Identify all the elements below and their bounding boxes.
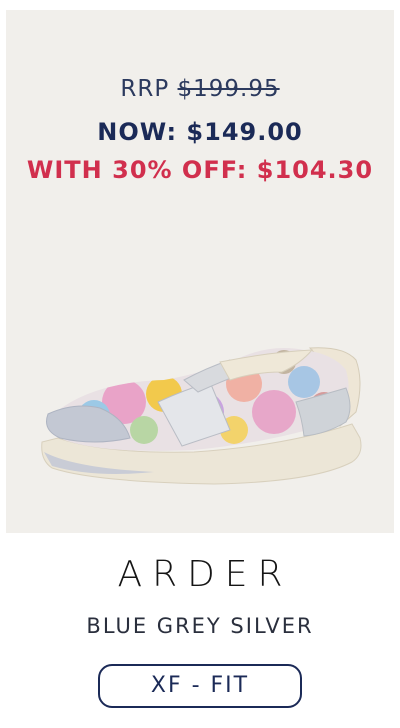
product-name: ARDER <box>117 554 293 595</box>
now-price: NOW: $149.00 <box>97 118 303 146</box>
shoe-image[interactable] <box>34 342 374 492</box>
rrp-price: RRP $199.95 <box>6 76 394 102</box>
fit-badge[interactable]: XF - FIT <box>98 664 302 708</box>
product-color: BLUE GREY SILVER <box>86 614 314 638</box>
discount-price: WITH 30% OFF: $104.30 <box>26 156 374 184</box>
rrp-old-price: $199.95 <box>177 76 280 102</box>
product-card[interactable]: RRP $199.95 NOW: $149.00 WITH 30% OFF: $… <box>6 10 394 533</box>
rrp-label: RRP <box>120 76 170 102</box>
